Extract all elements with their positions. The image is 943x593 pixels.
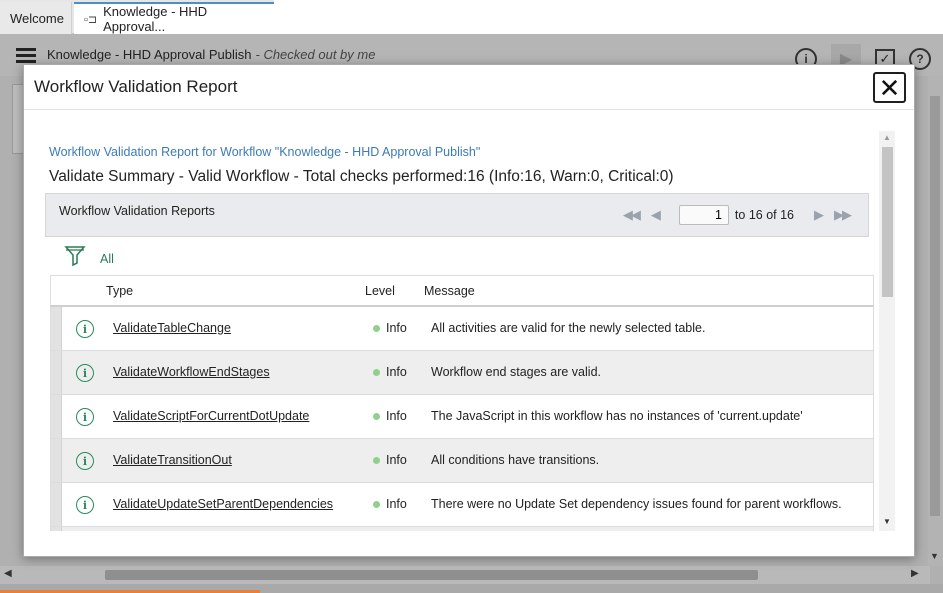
row-gutter [51, 307, 62, 350]
validation-report-modal: Workflow Validation Report ✕ Workflow Va… [23, 64, 915, 557]
type-link[interactable]: ValidateWorkflowEndStages [113, 365, 270, 379]
hamburger-menu-icon[interactable] [16, 48, 36, 64]
level-indicator-dot [373, 501, 380, 508]
list-header: Workflow Validation Reports ◀◀ ◀ to 16 o… [45, 193, 869, 237]
tab-welcome-label: Welcome [10, 10, 64, 26]
last-page-icon[interactable]: ▶▶ [834, 207, 852, 223]
close-button[interactable]: ✕ [873, 72, 906, 103]
message-value: All conditions have transitions. [431, 453, 600, 467]
canvas-vertical-scroll-thumb[interactable] [930, 96, 940, 516]
info-circle-icon[interactable]: i [76, 496, 94, 514]
first-page-icon[interactable]: ◀◀ [623, 207, 641, 223]
row-gutter [51, 351, 62, 394]
table-header: Type Level Message [50, 275, 874, 307]
validation-table: Type Level Message i ValidateTableChange… [50, 275, 874, 531]
tab-workflow-label: Knowledge - HHD Approval... [103, 4, 208, 34]
modal-header: Workflow Validation Report ✕ [24, 65, 914, 110]
tab-workflow[interactable]: ▫⊐ Knowledge - HHD Approval... [74, 2, 274, 34]
table-row-partial [50, 527, 874, 531]
modal-body: Workflow Validation Report for Workflow … [24, 111, 894, 531]
modal-scroll-up-icon[interactable]: ▲ [883, 133, 891, 142]
page-range: to 16 of 16 [734, 208, 794, 222]
modal-scroll-down-icon[interactable]: ▼ [883, 517, 891, 526]
level-value: Info [386, 321, 407, 335]
type-link[interactable]: ValidateUpdateSetParentDependencies [113, 497, 333, 511]
filter-row: All [64, 244, 114, 268]
canvas-horizontal-scrollbar[interactable]: ◀ ▶ [0, 566, 930, 584]
level-value: Info [386, 409, 407, 423]
type-link[interactable]: ValidateTransitionOut [113, 453, 232, 467]
workflow-title: Knowledge - HHD Approval Publish - Checke… [47, 47, 375, 62]
row-gutter [51, 527, 62, 531]
level-value: Info [386, 453, 407, 467]
column-header-message[interactable]: Message [424, 284, 475, 298]
filter-all-breadcrumb[interactable]: All [100, 252, 114, 266]
level-value: Info [386, 365, 407, 379]
info-circle-icon[interactable]: i [76, 320, 94, 338]
filter-funnel-icon[interactable] [64, 244, 86, 268]
modal-vertical-scrollbar[interactable]: ▲ ▼ [879, 131, 895, 531]
row-gutter [51, 483, 62, 526]
pagination: ◀◀ ◀ to 16 of 16 ▶ ▶▶ [617, 205, 856, 225]
canvas-vertical-scrollbar[interactable]: ▼ [928, 76, 943, 566]
info-circle-icon[interactable]: i [76, 408, 94, 426]
info-circle-icon[interactable]: i [76, 452, 94, 470]
modal-title: Workflow Validation Report [34, 77, 238, 96]
scroll-down-arrow-icon[interactable]: ▼ [930, 551, 939, 561]
table-row: i ValidateTableChange Info All activitie… [50, 307, 874, 351]
message-value: There were no Update Set dependency issu… [431, 497, 842, 511]
level-indicator-dot [373, 369, 380, 376]
list-title: Workflow Validation Reports [59, 204, 215, 218]
close-icon: ✕ [878, 72, 901, 103]
canvas-horizontal-scroll-thumb[interactable] [105, 570, 758, 580]
level-indicator-dot [373, 413, 380, 420]
column-header-type[interactable]: Type [106, 284, 133, 298]
type-link[interactable]: ValidateScriptForCurrentDotUpdate [113, 409, 309, 423]
table-row: i ValidateScriptForCurrentDotUpdate Info… [50, 395, 874, 439]
tab-strip-filler [274, 0, 943, 34]
next-page-icon[interactable]: ▶ [814, 207, 824, 223]
page-number-input[interactable] [678, 205, 729, 225]
previous-page-icon[interactable]: ◀ [651, 207, 661, 223]
level-value: Info [386, 497, 407, 511]
tab-strip: Welcome ▫⊐ Knowledge - HHD Approval... [0, 0, 943, 34]
table-row: i ValidateUpdateSetParentDependencies In… [50, 483, 874, 527]
level-indicator-dot [373, 457, 380, 464]
info-circle-icon[interactable]: i [76, 364, 94, 382]
validate-summary: Validate Summary - Valid Workflow - Tota… [49, 168, 674, 185]
scroll-left-arrow-icon[interactable]: ◀ [4, 568, 12, 579]
type-link[interactable]: ValidateTableChange [113, 321, 231, 335]
scroll-right-arrow-icon[interactable]: ▶ [911, 568, 919, 579]
message-value: All activities are valid for the newly s… [431, 321, 706, 335]
tab-welcome[interactable]: Welcome [0, 2, 72, 34]
modal-scroll-thumb[interactable] [882, 147, 893, 297]
report-heading-link[interactable]: Workflow Validation Report for Workflow … [49, 145, 480, 159]
row-gutter [51, 439, 62, 482]
column-header-level[interactable]: Level [365, 284, 395, 298]
level-indicator-dot [373, 325, 380, 332]
message-value: Workflow end stages are valid. [431, 365, 601, 379]
workflow-icon: ▫⊐ [84, 13, 98, 26]
table-row: i ValidateWorkflowEndStages Info Workflo… [50, 351, 874, 395]
workflow-title-text: Knowledge - HHD Approval Publish [47, 47, 252, 62]
message-value: The JavaScript in this workflow has no i… [431, 409, 803, 423]
checkout-status: - Checked out by me [255, 47, 376, 62]
row-gutter [51, 395, 62, 438]
table-row: i ValidateTransitionOut Info All conditi… [50, 439, 874, 483]
